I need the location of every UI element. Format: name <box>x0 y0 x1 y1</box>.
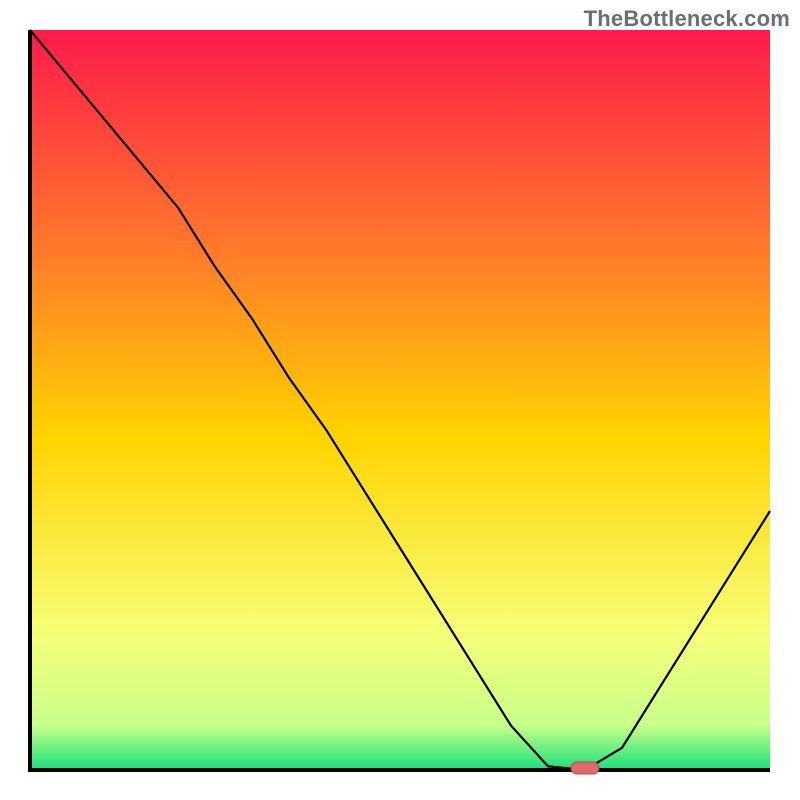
optimum-marker <box>571 762 599 774</box>
bottleneck-chart: TheBottleneck.com <box>0 0 800 800</box>
chart-canvas <box>0 0 800 800</box>
watermark-label: TheBottleneck.com <box>584 6 790 32</box>
plot-background <box>30 30 770 770</box>
